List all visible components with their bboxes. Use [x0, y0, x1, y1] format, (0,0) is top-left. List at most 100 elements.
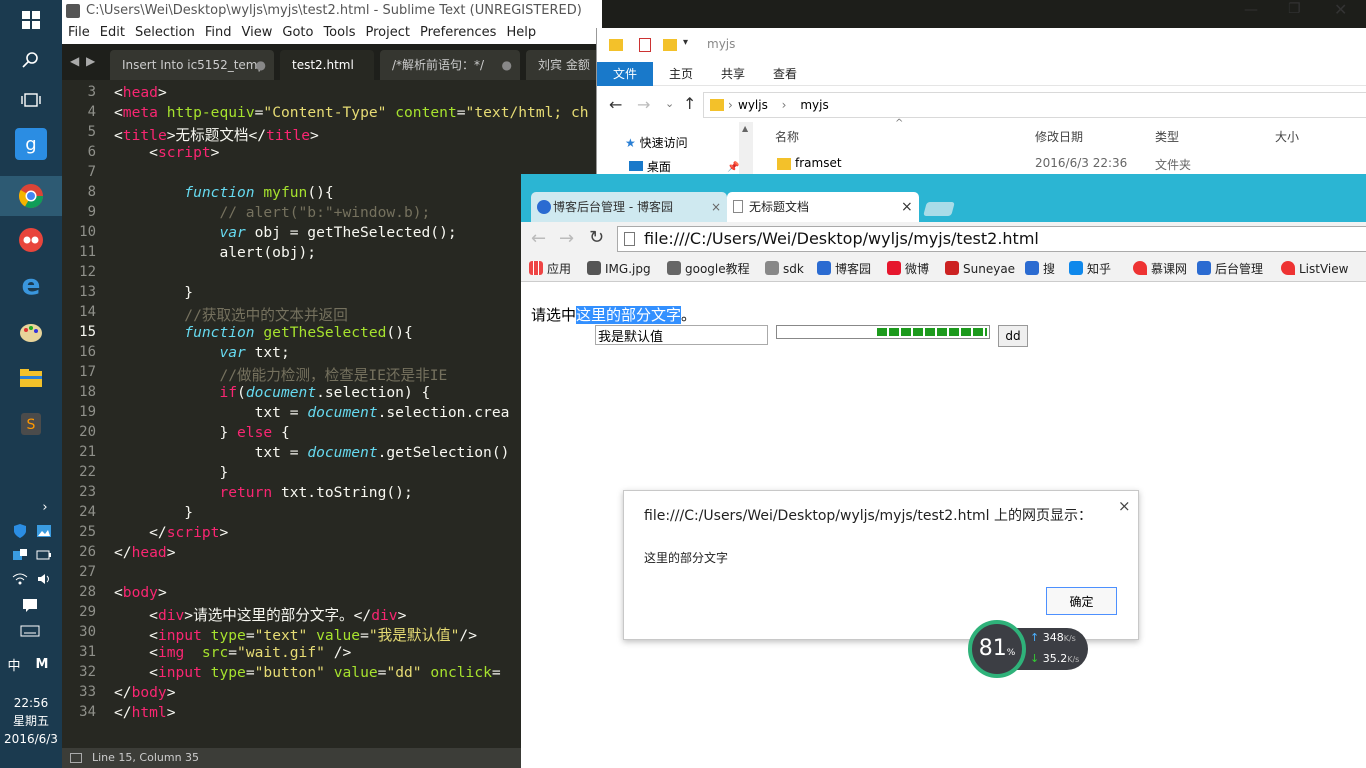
- maximize-icon[interactable]: ❐: [1288, 1, 1301, 17]
- bookmark-weibo[interactable]: 微博: [887, 256, 929, 281]
- ime-language-indicator[interactable]: 中: [4, 654, 24, 674]
- start-windows-icon[interactable]: [15, 4, 47, 36]
- breadcrumb-wyljs[interactable]: wyljs: [738, 98, 768, 112]
- menu-help[interactable]: Help: [506, 25, 536, 40]
- app-icon[interactable]: g: [15, 128, 47, 160]
- menu-preferences[interactable]: Preferences: [420, 25, 496, 40]
- ime-mode-indicator[interactable]: M: [32, 654, 52, 674]
- menu-goto[interactable]: Goto: [282, 25, 313, 40]
- dialog-close-icon[interactable]: ×: [1118, 497, 1131, 515]
- quick-access-dropdown-icon[interactable]: ▾: [683, 37, 688, 48]
- up-arrow-icon[interactable]: ↑: [683, 94, 696, 113]
- bookmark-zhihu[interactable]: 知乎: [1069, 256, 1111, 281]
- menu-tools[interactable]: Tools: [323, 25, 355, 40]
- network-tray-icon[interactable]: [10, 545, 30, 565]
- sublime-text-icon[interactable]: S: [15, 408, 47, 440]
- paint-icon[interactable]: [15, 316, 47, 348]
- omnibox[interactable]: file:///C:/Users/Wei/Desktop/wyljs/myjs/…: [617, 226, 1366, 252]
- chrome-taskbar-icon[interactable]: [0, 176, 62, 216]
- properties-icon[interactable]: [639, 38, 651, 52]
- line-number: 19: [79, 404, 96, 420]
- pin-icon[interactable]: 📌: [727, 162, 739, 173]
- menu-find[interactable]: Find: [205, 25, 232, 40]
- column-size[interactable]: 大小: [1275, 128, 1299, 145]
- image-tray-icon[interactable]: [34, 521, 54, 541]
- ribbon-tab-file[interactable]: 文件: [597, 62, 654, 86]
- tab-untitled-document[interactable]: 无标题文档 ×: [727, 192, 919, 222]
- default-value-input[interactable]: [595, 325, 768, 345]
- reload-icon[interactable]: ↻: [589, 227, 604, 248]
- edge-icon[interactable]: e: [15, 268, 47, 301]
- volume-icon[interactable]: [34, 569, 54, 589]
- tab-liubin[interactable]: 刘宾 金额: [526, 50, 602, 80]
- bookmark-admin[interactable]: 后台管理: [1197, 256, 1263, 281]
- player-app-icon[interactable]: [15, 224, 47, 256]
- menu-selection[interactable]: Selection: [135, 25, 195, 40]
- search-icon[interactable]: [15, 44, 47, 76]
- menu-edit[interactable]: Edit: [100, 25, 125, 40]
- system-clock[interactable]: 22:56 星期五 2016/6/3: [0, 694, 62, 748]
- code-token: type: [210, 627, 246, 644]
- tab-scroll-left-icon[interactable]: ◀: [70, 54, 79, 68]
- tab-dirty-dot-icon[interactable]: ●: [502, 50, 512, 80]
- file-explorer-icon[interactable]: [15, 362, 47, 394]
- bookmark-suneyae[interactable]: Suneyae: [945, 256, 1015, 281]
- table-row[interactable]: framset 2016/6/3 22:36 文件夹: [775, 154, 1365, 176]
- dialog-ok-button[interactable]: 确定: [1046, 587, 1117, 615]
- back-arrow-icon[interactable]: ←: [531, 228, 546, 249]
- bookmark-img[interactable]: IMG.jpg: [587, 256, 651, 281]
- new-tab-button[interactable]: [923, 202, 955, 216]
- bookmark-apps[interactable]: 应用: [529, 256, 571, 281]
- forward-arrow-icon[interactable]: →: [637, 95, 650, 114]
- line-number: 29: [79, 604, 96, 620]
- breadcrumb[interactable]: › wyljs › myjs: [703, 92, 1366, 118]
- forward-arrow-icon[interactable]: →: [559, 228, 574, 249]
- task-view-icon[interactable]: [15, 84, 47, 116]
- page-text[interactable]: 请选中这里的部分文字。: [531, 304, 696, 325]
- recent-dropdown-icon[interactable]: ⌄: [665, 97, 674, 110]
- bookmark-listview[interactable]: ListView: [1281, 256, 1349, 281]
- back-arrow-icon[interactable]: ←: [609, 95, 622, 114]
- bookmark-cnblogs[interactable]: 博客园: [817, 256, 871, 281]
- nav-quick-access[interactable]: ★ 快速访问: [625, 134, 688, 151]
- battery-tray-icon[interactable]: [34, 545, 54, 565]
- ribbon-tab-home[interactable]: 主页: [653, 62, 709, 86]
- column-name[interactable]: 名称: [775, 128, 799, 145]
- breadcrumb-myjs[interactable]: myjs: [800, 98, 828, 112]
- column-date[interactable]: 修改日期: [1035, 128, 1083, 145]
- bookmark-sdk[interactable]: sdk: [765, 256, 804, 281]
- menu-file[interactable]: File: [68, 25, 90, 40]
- bookmark-label: ListView: [1299, 262, 1349, 276]
- page-text-before: 请选中: [531, 306, 577, 324]
- bookmark-google[interactable]: google教程: [667, 256, 750, 281]
- minimize-icon[interactable]: —: [1244, 2, 1258, 18]
- network-speed-widget[interactable]: 81% ↑ 348K/s ↓ 35.2K/s: [968, 620, 1088, 678]
- chevron-right-icon[interactable]: ›: [35, 497, 55, 517]
- ribbon-tab-view[interactable]: 查看: [757, 62, 813, 86]
- tab-dirty-dot-icon[interactable]: ●: [256, 50, 266, 80]
- keyboard-icon[interactable]: [20, 621, 40, 641]
- nav-scrollbar[interactable]: ▲: [739, 122, 753, 178]
- tab-close-icon[interactable]: ×: [901, 192, 913, 222]
- menu-view[interactable]: View: [242, 25, 273, 40]
- menu-project[interactable]: Project: [365, 25, 409, 40]
- dd-button[interactable]: dd: [998, 325, 1028, 347]
- new-folder-icon[interactable]: [663, 39, 677, 51]
- notification-icon[interactable]: [20, 595, 40, 615]
- tab-close-icon[interactable]: ×: [711, 192, 721, 222]
- column-type[interactable]: 类型: [1155, 128, 1179, 145]
- shield-icon[interactable]: [10, 521, 30, 541]
- panel-toggle-icon[interactable]: [70, 753, 82, 763]
- ribbon-tab-share[interactable]: 共享: [705, 62, 761, 86]
- tab-parse-comment[interactable]: /*解析前语句：*/ ●: [380, 50, 520, 80]
- close-icon[interactable]: ✕: [1334, 0, 1347, 19]
- tab-cnblogs-admin[interactable]: 博客后台管理 - 博客园 ×: [531, 192, 727, 222]
- bookmark-imooc[interactable]: 慕课网: [1133, 256, 1187, 281]
- tab-scroll-right-icon[interactable]: ▶: [86, 54, 95, 68]
- tab-test2-html[interactable]: test2.html: [280, 50, 374, 80]
- download-speed: ↓ 35.2K/s: [1030, 652, 1079, 665]
- nav-desktop[interactable]: 桌面: [629, 158, 671, 175]
- bookmark-search[interactable]: 搜: [1025, 256, 1055, 281]
- wifi-icon[interactable]: [10, 569, 30, 589]
- tab-insert-into[interactable]: Insert Into ic5152_temp ●: [110, 50, 274, 80]
